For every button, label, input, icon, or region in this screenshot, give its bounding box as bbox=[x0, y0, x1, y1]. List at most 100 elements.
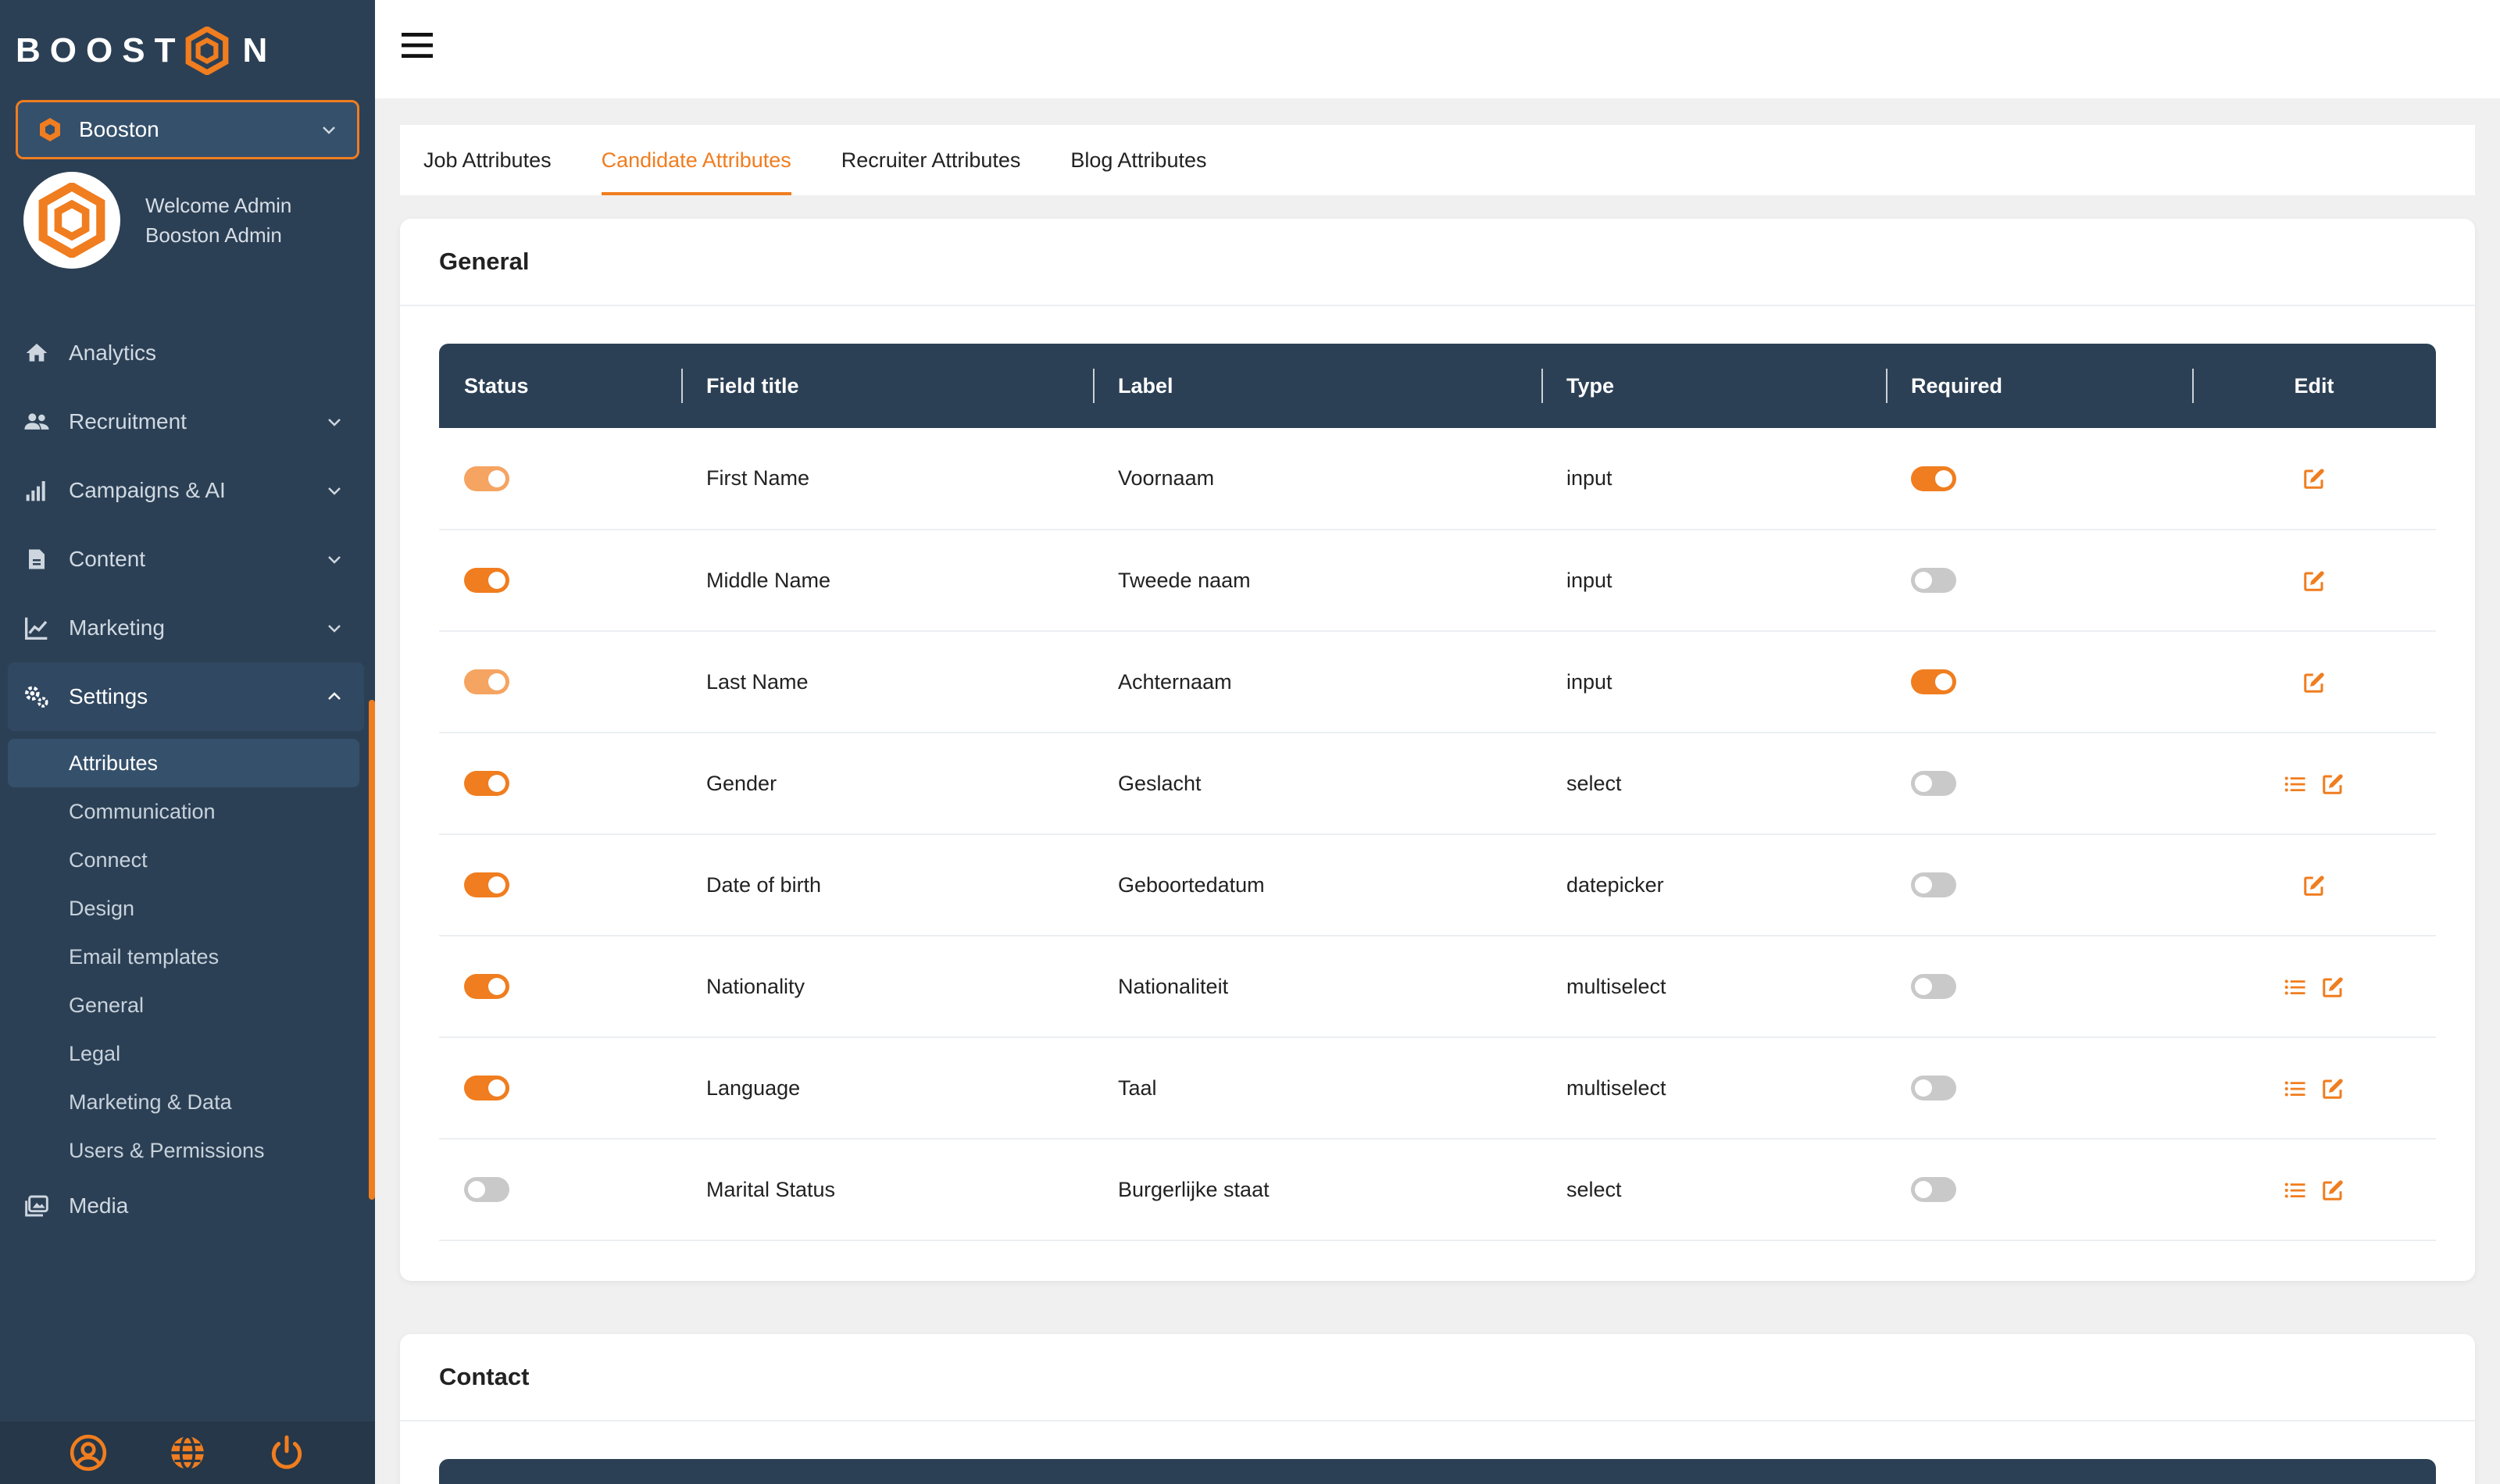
tab-candidate-attributes[interactable]: Candidate Attributes bbox=[601, 125, 791, 195]
type-cell: datepicker bbox=[1566, 872, 1664, 897]
sidebar-subitem-legal[interactable]: Legal bbox=[0, 1029, 375, 1078]
list-options-icon[interactable] bbox=[2284, 1179, 2307, 1202]
label-cell: Achternaam bbox=[1118, 669, 1232, 694]
edit-icon[interactable] bbox=[2302, 874, 2326, 897]
label-cell: Nationaliteit bbox=[1118, 974, 1229, 998]
hamburger-menu-icon[interactable] bbox=[398, 27, 436, 64]
status-toggle[interactable] bbox=[464, 466, 509, 491]
edit-icon[interactable] bbox=[2321, 1179, 2345, 1202]
sidebar-nav: Analytics Recruitment Campaigns & AI Con… bbox=[0, 319, 375, 1200]
edit-icon[interactable] bbox=[2302, 467, 2326, 491]
required-toggle[interactable] bbox=[1911, 568, 1956, 594]
field-title-cell: Marital Status bbox=[706, 1177, 836, 1201]
edit-icon[interactable] bbox=[2302, 569, 2326, 593]
status-toggle[interactable] bbox=[464, 1177, 509, 1203]
required-cell bbox=[1886, 530, 2192, 631]
tab-recruiter-attributes[interactable]: Recruiter Attributes bbox=[841, 125, 1021, 195]
type-cell: select bbox=[1566, 771, 1622, 795]
list-options-icon[interactable] bbox=[2284, 1077, 2307, 1101]
sidebar-item-campaigns[interactable]: Campaigns & AI bbox=[0, 456, 375, 525]
list-options-icon[interactable] bbox=[2284, 976, 2307, 999]
edit-cell bbox=[2192, 631, 2436, 733]
avatar[interactable] bbox=[23, 172, 120, 269]
required-cell bbox=[1886, 733, 2192, 834]
required-toggle[interactable] bbox=[1911, 1177, 1956, 1203]
type-cell: input bbox=[1566, 669, 1612, 694]
edit-icon[interactable] bbox=[2321, 772, 2345, 796]
label-cell: Burgerlijke staat bbox=[1118, 1177, 1270, 1201]
attributes-table: Status Field title Label Type Required E… bbox=[439, 344, 2436, 1241]
field-title-cell: Gender bbox=[706, 771, 777, 795]
required-toggle[interactable] bbox=[1911, 1076, 1956, 1101]
sidebar-item-recruitment[interactable]: Recruitment bbox=[0, 387, 375, 456]
scrollbar[interactable] bbox=[369, 700, 375, 1200]
globe-icon[interactable] bbox=[168, 1433, 207, 1472]
table-row: Date of birth Geboortedatum datepicker bbox=[439, 834, 2436, 936]
type-cell: multiselect bbox=[1566, 1076, 1666, 1100]
status-toggle[interactable] bbox=[464, 771, 509, 797]
user-profile: Welcome Admin Booston Admin bbox=[23, 172, 291, 269]
label-cell: Geslacht bbox=[1118, 771, 1202, 795]
edit-icon[interactable] bbox=[2321, 1077, 2345, 1101]
required-cell bbox=[1886, 936, 2192, 1037]
sidebar-item-media[interactable]: Media bbox=[0, 1172, 375, 1240]
booston-logo[interactable]: BOOST N bbox=[16, 23, 277, 78]
power-icon[interactable] bbox=[267, 1433, 306, 1472]
status-toggle[interactable] bbox=[464, 568, 509, 594]
sidebar-subitem-general[interactable]: General bbox=[0, 981, 375, 1029]
sidebar-item-analytics[interactable]: Analytics bbox=[0, 319, 375, 387]
required-toggle[interactable] bbox=[1911, 669, 1956, 695]
sidebar-item-marketing[interactable]: Marketing bbox=[0, 594, 375, 662]
edit-icon[interactable] bbox=[2321, 976, 2345, 999]
organization-select[interactable]: Booston bbox=[16, 100, 359, 159]
sidebar-item-settings[interactable]: Settings bbox=[8, 662, 364, 731]
tab-job-attributes[interactable]: Job Attributes bbox=[423, 125, 552, 195]
field-title-cell: Last Name bbox=[706, 669, 809, 694]
user-circle-icon[interactable] bbox=[69, 1433, 108, 1472]
card-title: Contact bbox=[400, 1334, 2475, 1422]
sidebar-subitem-attributes[interactable]: Attributes bbox=[8, 739, 359, 787]
settings-submenu: Attributes Communication Connect Design … bbox=[0, 700, 375, 1200]
sidebar-item-label: Content bbox=[69, 547, 146, 571]
sidebar-item-content[interactable]: Content bbox=[0, 525, 375, 594]
sidebar-subitem-connect[interactable]: Connect bbox=[0, 836, 375, 884]
sidebar-subitem-design[interactable]: Design bbox=[0, 884, 375, 933]
edit-cell bbox=[2192, 834, 2436, 936]
table-row: Marital Status Burgerlijke staat select bbox=[439, 1139, 2436, 1240]
table-row: Language Taal multiselect bbox=[439, 1037, 2436, 1139]
sidebar-subitem-users-permissions[interactable]: Users & Permissions bbox=[0, 1126, 375, 1175]
required-toggle[interactable] bbox=[1911, 466, 1956, 491]
label-cell: Tweede naam bbox=[1118, 568, 1251, 592]
required-toggle[interactable] bbox=[1911, 771, 1956, 797]
required-cell bbox=[1886, 1139, 2192, 1240]
users-icon bbox=[24, 413, 49, 430]
contact-card: Contact bbox=[400, 1334, 2475, 1484]
status-toggle[interactable] bbox=[464, 872, 509, 898]
tab-blog-attributes[interactable]: Blog Attributes bbox=[1070, 125, 1206, 195]
field-title-cell: Date of birth bbox=[706, 872, 822, 897]
edit-cell bbox=[2192, 733, 2436, 834]
status-toggle[interactable] bbox=[464, 974, 509, 1000]
table-header-row: Status Field title Label Type Required E… bbox=[439, 344, 2436, 428]
list-options-icon[interactable] bbox=[2284, 772, 2307, 796]
label-cell: Taal bbox=[1118, 1076, 1157, 1100]
logo-text-right: N bbox=[242, 31, 277, 70]
top-bar bbox=[375, 0, 2500, 98]
required-toggle[interactable] bbox=[1911, 872, 1956, 898]
sidebar-subitem-marketing-data[interactable]: Marketing & Data bbox=[0, 1078, 375, 1126]
label-cell: Geboortedatum bbox=[1118, 872, 1265, 897]
required-toggle[interactable] bbox=[1911, 974, 1956, 1000]
file-icon bbox=[29, 549, 45, 569]
status-cell bbox=[439, 733, 681, 834]
sidebar-subitem-email-templates[interactable]: Email templates bbox=[0, 933, 375, 981]
table-row: Nationality Nationaliteit multiselect bbox=[439, 936, 2436, 1037]
sidebar-subitem-communication[interactable]: Communication bbox=[0, 787, 375, 836]
edit-icon[interactable] bbox=[2302, 671, 2326, 694]
line-chart-icon bbox=[25, 617, 48, 640]
field-title-cell: Nationality bbox=[706, 974, 805, 998]
status-toggle[interactable] bbox=[464, 669, 509, 695]
status-cell bbox=[439, 428, 681, 530]
status-cell bbox=[439, 631, 681, 733]
sidebar-item-label: Settings bbox=[69, 684, 148, 708]
status-toggle[interactable] bbox=[464, 1076, 509, 1101]
